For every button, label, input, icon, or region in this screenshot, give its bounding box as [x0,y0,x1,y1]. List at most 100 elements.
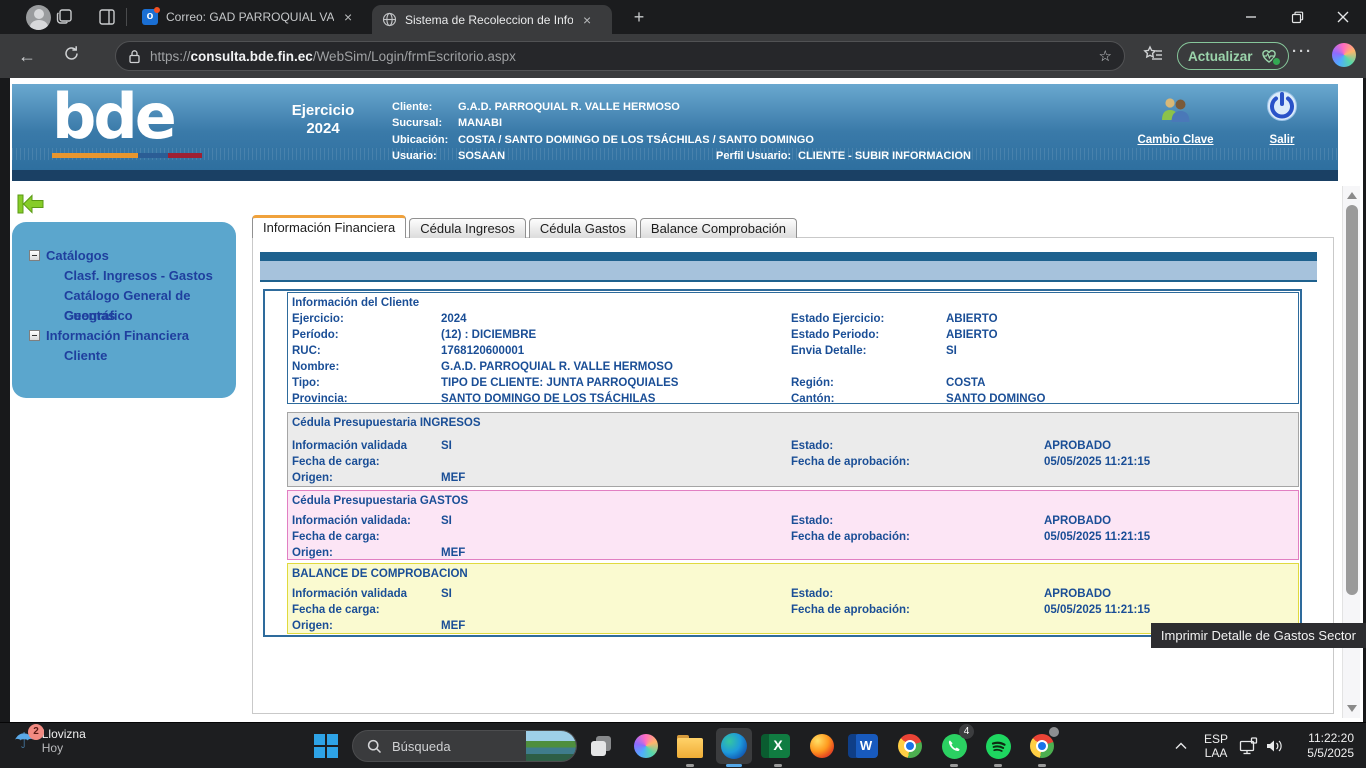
file-explorer-button[interactable] [668,723,712,768]
spotify-button[interactable] [976,723,1020,768]
excel-button[interactable]: X [756,723,800,768]
tray-chevron-icon[interactable] [1166,737,1196,755]
field-label: Nombre: [288,359,441,375]
left-edge [0,78,10,722]
tree-collapse-icon[interactable] [29,250,40,261]
sidebar-item-cliente[interactable]: Cliente [12,346,236,366]
favorites-bar-icon[interactable] [1142,44,1164,66]
cedula-gastos-box: Cédula Presupuestaria GASTOS Información… [287,490,1299,560]
field-value: MEF [441,618,791,634]
refresh-icon[interactable] [58,43,84,69]
sidebar-item-clasf-ingresos-gastos[interactable]: Clasf. Ingresos - Gastos [12,266,236,286]
field-label: Estado Ejercicio: [791,311,946,327]
copilot-taskbar-button[interactable] [624,723,668,768]
chrome-profile-button[interactable] [1020,723,1064,768]
main-panel: Información del Cliente Ejercicio:2024Es… [263,289,1302,637]
maximize-button[interactable] [1274,0,1320,34]
tab-informacion-financiera[interactable]: Información Financiera [252,215,406,238]
clock[interactable]: 11:22:205/5/2025 [1288,731,1366,761]
field-value: 05/05/2025 11:21:15 [1044,454,1298,470]
field-label: Fecha de aprobación: [791,602,1044,618]
field-label: Fecha de aprobación: [791,454,1044,470]
sidebar-item-geografico[interactable]: Geográfico [12,306,236,326]
browser-tab-sistema[interactable]: Sistema de Recoleccion de Inform × [372,5,612,34]
tab-balance-comprobacion[interactable]: Balance Comprobación [640,218,797,238]
workspaces-icon[interactable] [55,7,75,27]
network-icon[interactable] [1236,737,1262,755]
address-bar[interactable]: https://consulta.bde.fin.ec/WebSim/Login… [115,41,1125,71]
field-label: Fecha de aprobación: [791,529,1044,545]
field-label: Información validada [288,438,441,454]
field-value: TIPO DE CLIENTE: JUNTA PARROQUIALES [441,375,791,391]
box-title: BALANCE DE COMPROBACION [288,566,1298,582]
settings-ellipsis-icon[interactable]: ··· [1292,43,1313,60]
minimize-button[interactable] [1228,0,1274,34]
screen: o Correo: GAD PARROQUIAL VALLE × Sistema… [0,0,1366,768]
health-pulse-icon [1260,48,1278,64]
tab-close-icon[interactable]: × [342,9,354,25]
people-icon[interactable] [1158,96,1192,124]
task-view-button[interactable] [580,723,624,768]
tab-cedula-ingresos[interactable]: Cédula Ingresos [409,218,526,238]
cliente-label: Cliente: [392,101,432,113]
field-label: RUC: [288,343,441,359]
actualizar-button[interactable]: Actualizar [1177,42,1289,70]
back-arrow-icon[interactable] [16,192,44,216]
edge-button[interactable] [712,723,756,768]
weather-widget[interactable]: ☂2 LloviznaHoy [14,727,86,755]
tab-actions-icon[interactable] [97,7,117,27]
info-row: Información validadaSIEstado:APROBADO [288,438,1298,454]
browser-tab-correo[interactable]: o Correo: GAD PARROQUIAL VALLE × [132,0,368,34]
info-row: Tipo:TIPO DE CLIENTE: JUNTA PARROQUIALES… [288,375,1298,391]
weather-when: Hoy [42,741,86,755]
copilot-icon[interactable] [1332,43,1356,67]
sidebar-item-catalogo-general-cuentas[interactable]: Catálogo General de Cuentas [12,286,236,306]
field-label: Región: [791,375,946,391]
field-value: 05/05/2025 11:21:15 [1044,529,1298,545]
info-row: Fecha de carga: Fecha de aprobación:05/05… [288,529,1298,545]
back-icon[interactable]: ← [14,43,40,69]
field-value: SI [441,513,791,529]
sidebar-item-catalogos[interactable]: Catálogos [12,246,236,266]
field-label: Fecha de carga: [288,529,441,545]
salir-link[interactable]: Salir [1252,134,1312,146]
whatsapp-button[interactable]: 4 [932,723,976,768]
info-row: Fecha de carga:Fecha de aprobación:05/05… [288,454,1298,470]
sidebar-menu: Catálogos Clasf. Ingresos - Gastos Catál… [12,222,236,398]
sidebar-item-informacion-financiera[interactable]: Información Financiera [12,326,236,346]
search-box[interactable]: Búsqueda [352,730,577,762]
field-label [791,545,1044,560]
field-label [791,618,1044,634]
chrome-icon [898,734,922,758]
field-value: SI [441,586,791,602]
info-row: Información validadaSIEstado:APROBADO [288,586,1298,602]
cambio-clave-link[interactable]: Cambio Clave [1128,134,1223,146]
scroll-down-icon[interactable] [1347,705,1357,712]
new-tab-button[interactable]: + [626,5,652,31]
language-indicator[interactable]: ESPLAA [1196,732,1236,760]
field-label: Estado: [791,586,1044,602]
tab-cedula-gastos[interactable]: Cédula Gastos [529,218,637,238]
ejercicio-label: Ejercicio2024 [268,102,378,138]
word-button[interactable]: W [844,723,888,768]
start-button[interactable] [314,734,338,758]
power-icon[interactable] [1266,90,1298,122]
tree-collapse-icon[interactable] [29,330,40,341]
favorite-star-icon[interactable]: ☆ [1099,47,1112,65]
close-button[interactable] [1320,0,1366,34]
search-highlight-image[interactable] [526,730,576,762]
chrome-button[interactable] [888,723,932,768]
umbrella-icon: ☂2 [14,728,34,754]
taskbar-dock: X W 4 [580,723,1064,768]
field-value: APROBADO [1044,586,1298,602]
balance-comprobacion-box: BALANCE DE COMPROBACION Información vali… [287,563,1299,634]
field-value: ABIERTO [946,311,1298,327]
volume-icon[interactable] [1262,738,1288,754]
firefox-button[interactable] [800,723,844,768]
field-value: ABIERTO [946,327,1298,343]
scroll-up-icon[interactable] [1347,192,1357,199]
profile-avatar[interactable] [26,5,51,30]
tab-close-icon[interactable]: × [581,12,593,28]
scrollbar-thumb[interactable] [1346,205,1358,595]
info-row: Origen:MEF [288,545,1298,560]
